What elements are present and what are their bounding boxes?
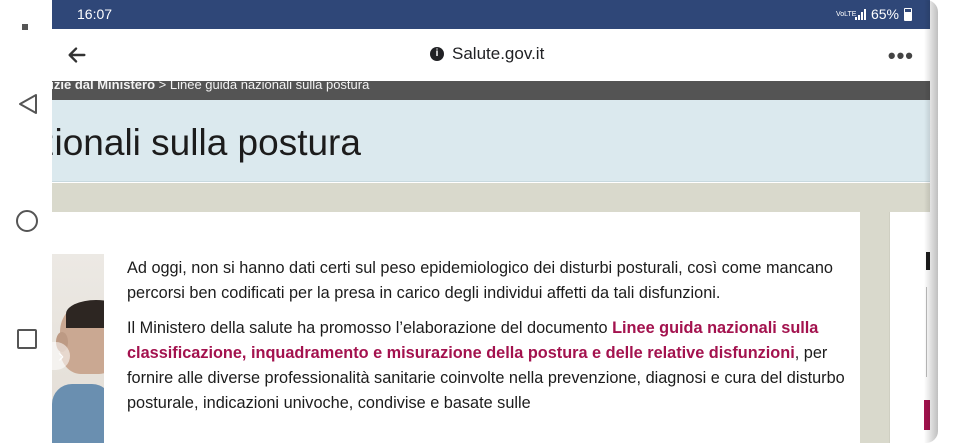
square-recents-icon[interactable] [17, 329, 37, 349]
url-text: Salute.gov.it [452, 44, 545, 63]
nav-dot-icon [22, 24, 28, 30]
status-icons: VoLTE 65% [836, 6, 912, 22]
info-icon[interactable]: i [430, 47, 444, 61]
article-paragraph-2: Il Ministero della salute ha promosso l’… [127, 319, 845, 412]
battery-percent: 65% [870, 6, 899, 22]
article-image[interactable]: › [52, 254, 104, 443]
title-banner: zionali sulla postura [52, 100, 930, 182]
android-nav-bar [0, 0, 52, 443]
circle-home-icon[interactable] [16, 210, 38, 232]
device-edge [924, 0, 960, 443]
page-title: zionali sulla postura [52, 122, 361, 163]
battery-icon [904, 7, 912, 21]
triangle-back-icon[interactable] [16, 92, 40, 116]
breadcrumb-separator: > [158, 81, 167, 92]
article-body: Ad oggi, non si hanno dati certi sul pes… [127, 256, 847, 426]
arrow-left-icon[interactable] [66, 44, 88, 66]
volte-icon: VoLTE [835, 10, 857, 18]
status-time: 16:07 [77, 6, 113, 22]
breadcrumb: otizie dal Ministero > Linee guida nazio… [52, 81, 930, 100]
status-bar: 16:07 VoLTE 65% [52, 0, 930, 29]
breadcrumb-current: Linee guida nazionali sulla postura [169, 81, 370, 92]
article-paragraph-1: Ad oggi, non si hanno dati certi sul pes… [127, 259, 833, 302]
more-dots-icon[interactable]: ••• [888, 43, 914, 69]
breadcrumb-section[interactable]: otizie dal Ministero [52, 81, 155, 92]
signal-icon [854, 8, 866, 20]
browser-toolbar: i Salute.gov.it ••• [52, 29, 930, 81]
url-bar[interactable]: i Salute.gov.it [430, 44, 544, 64]
